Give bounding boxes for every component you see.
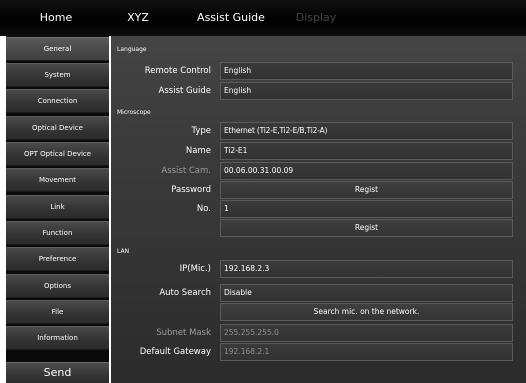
sidebar-item-optical-device[interactable]: Optical Device — [6, 116, 109, 140]
top-navigation-bar: Home XYZ Assist Guide Display — [0, 0, 526, 36]
assist-guide-select[interactable]: English — [220, 82, 513, 100]
name-label: Name — [185, 146, 211, 156]
subnet-mask-field: 255.255.255.0 — [220, 324, 513, 342]
assist-cam-field[interactable]: 00.06.00.31.00.09 — [220, 162, 513, 180]
sidebar-item-function[interactable]: Function — [6, 221, 109, 245]
section-title-lan: LAN — [117, 248, 130, 255]
type-label: Type — [191, 126, 211, 136]
default-gateway-label: Default Gateway — [139, 347, 211, 357]
name-field[interactable]: Ti2-E1 — [220, 142, 513, 160]
password-regist-button[interactable]: Regist — [220, 181, 513, 199]
section-title-language: Language — [117, 46, 147, 53]
remote-control-label: Remote Control — [144, 66, 211, 76]
assist-guide-label: Assist Guide — [158, 86, 211, 96]
no-label: No. — [196, 204, 211, 214]
sidebar-item-connection[interactable]: Connection — [6, 89, 109, 113]
sidebar: General System Connection Optical Device… — [6, 36, 109, 383]
sidebar-item-opt-optical-device[interactable]: OPT Optical Device — [6, 142, 109, 166]
section-title-microscope: Microscope — [117, 109, 151, 116]
app-window: Home XYZ Assist Guide Display General Sy… — [0, 0, 526, 383]
type-select[interactable]: Ethernet (Ti2-E,Ti2-E/B,Ti2-A) — [220, 122, 513, 140]
regist-button[interactable]: Regist — [220, 219, 513, 237]
send-button[interactable]: Send — [6, 362, 109, 383]
nav-assist-guide[interactable]: Assist Guide — [186, 0, 276, 36]
sidebar-item-options[interactable]: Options — [6, 274, 109, 298]
auto-search-select[interactable]: Disable — [220, 284, 513, 302]
subnet-mask-label: Subnet Mask — [156, 328, 211, 338]
sidebar-item-movement[interactable]: Movement — [6, 168, 109, 192]
sidebar-item-information[interactable]: Information — [6, 326, 109, 350]
sidebar-item-general[interactable]: General — [6, 37, 109, 61]
nav-xyz[interactable]: XYZ — [118, 0, 158, 36]
ip-field[interactable]: 192.168.2.3 — [220, 260, 513, 278]
default-gateway-field: 192.168.2.1 — [220, 343, 513, 361]
sidebar-item-link[interactable]: Link — [6, 195, 109, 219]
sidebar-item-system[interactable]: System — [6, 63, 109, 87]
assist-cam-label: Assist Cam. — [161, 166, 211, 176]
sidebar-item-preference[interactable]: Preference — [6, 247, 109, 271]
search-mic-button[interactable]: Search mic. on the network. — [220, 303, 513, 321]
password-label: Password — [171, 185, 211, 195]
auto-search-label: Auto Search — [159, 288, 211, 298]
sidebar-item-file[interactable]: File — [6, 300, 109, 324]
settings-panel: Language Remote Control English Assist G… — [111, 36, 526, 383]
ip-label: IP(Mic.) — [179, 264, 211, 274]
nav-home[interactable]: Home — [6, 0, 106, 36]
no-field[interactable]: 1 — [220, 200, 513, 218]
nav-display: Display — [295, 11, 337, 24]
remote-control-select[interactable]: English — [220, 62, 513, 80]
